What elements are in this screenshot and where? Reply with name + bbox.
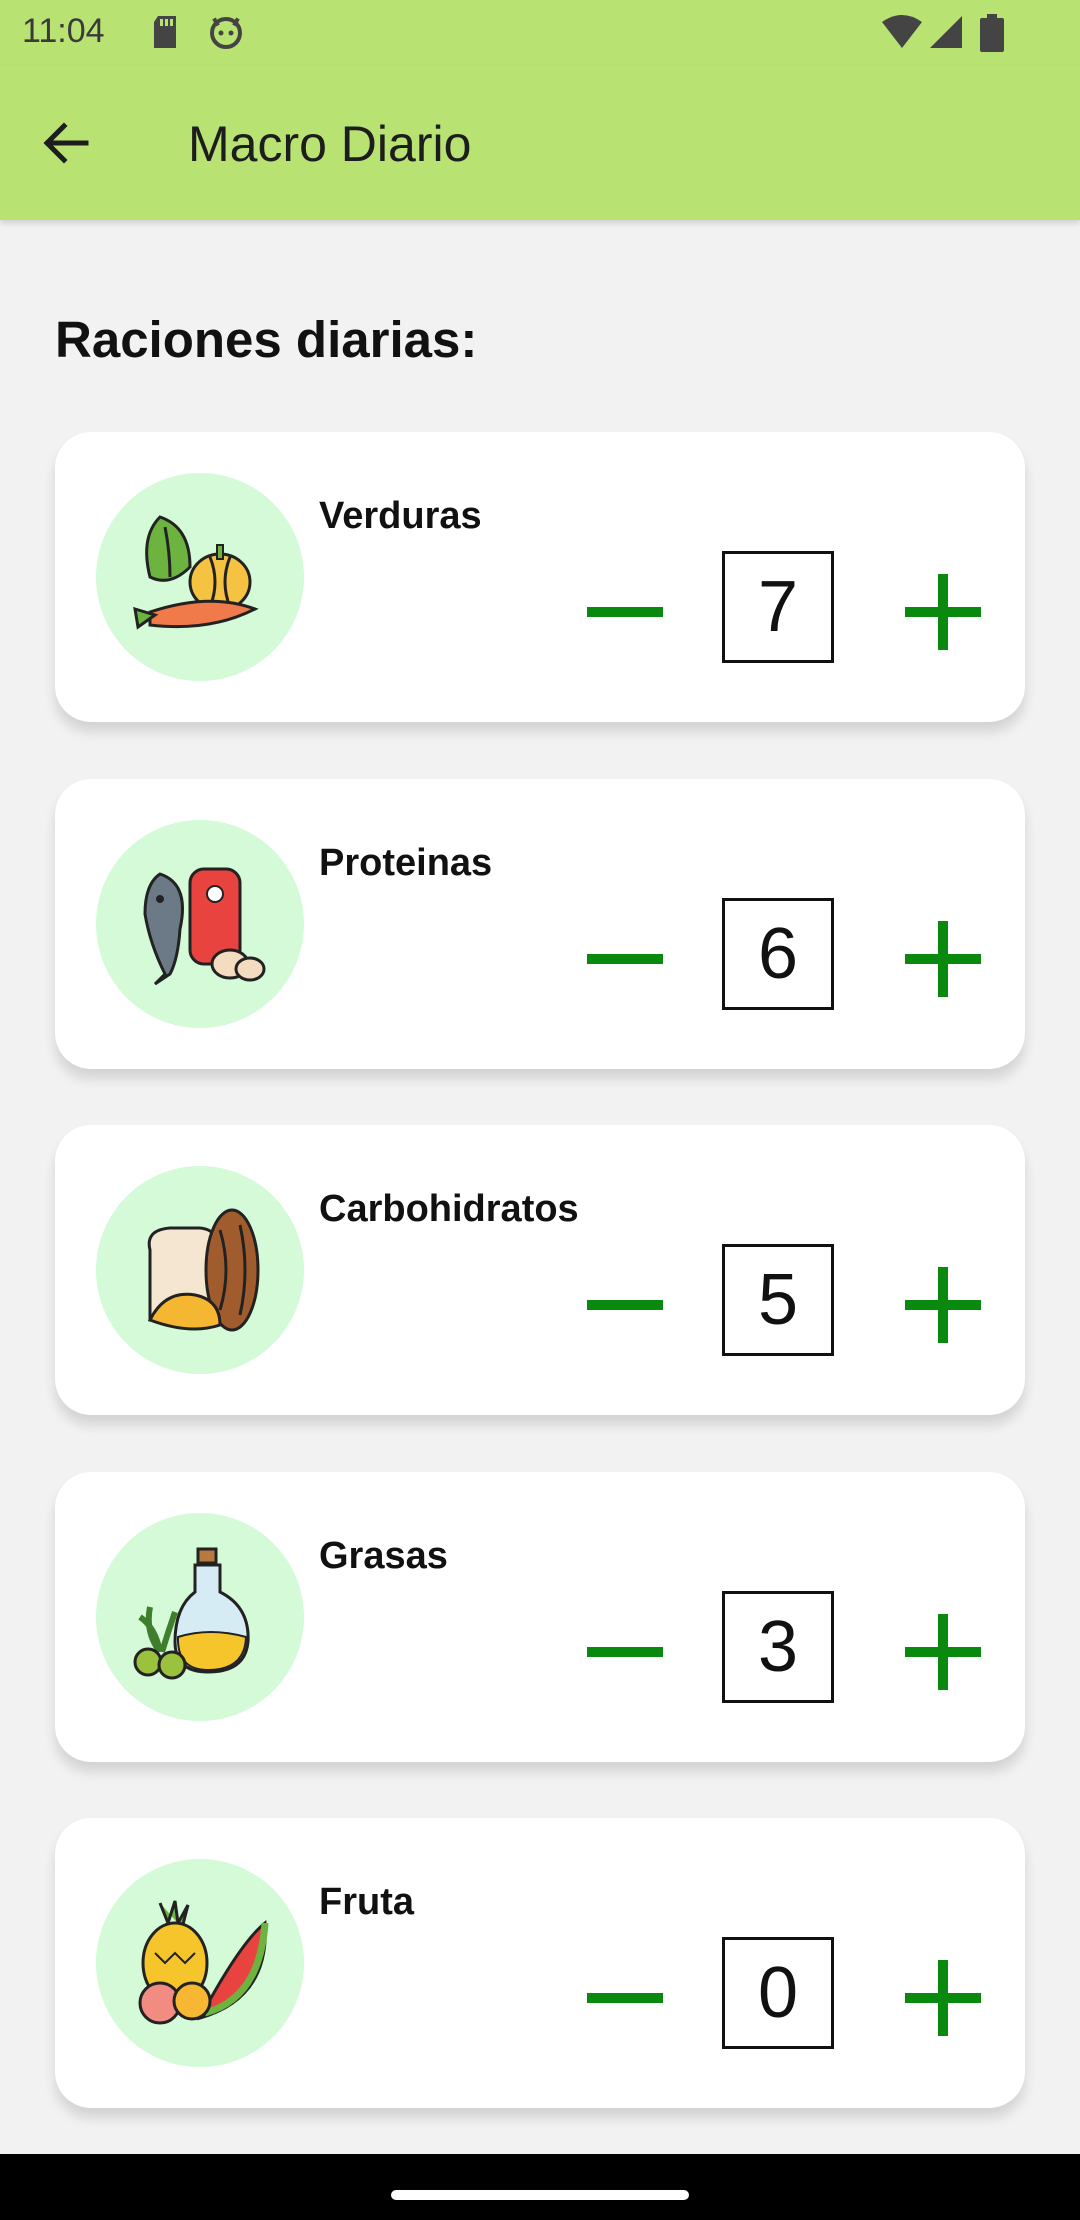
app-bar: Macro Diario xyxy=(0,66,1080,220)
vegetables-icon xyxy=(96,473,304,681)
status-bar: 11:04 xyxy=(0,0,1080,66)
increase-carbohidratos-button[interactable] xyxy=(893,1255,993,1355)
decrease-grasas-button[interactable] xyxy=(575,1602,675,1702)
wifi-icon xyxy=(880,14,924,55)
decrease-fruta-button[interactable] xyxy=(575,1948,675,2048)
arrow-left-icon xyxy=(43,122,89,164)
count-fruta: 0 xyxy=(722,1937,834,2049)
count-carbohidratos: 5 xyxy=(722,1244,834,1356)
card-proteinas: Proteinas 6 xyxy=(55,779,1025,1069)
decrease-verduras-button[interactable] xyxy=(575,562,675,662)
decrease-proteinas-button[interactable] xyxy=(575,909,675,1009)
status-time: 11:04 xyxy=(22,12,105,50)
home-indicator[interactable] xyxy=(391,2190,689,2200)
card-carbohidratos: Carbohidratos 5 xyxy=(55,1125,1025,1415)
fats-icon xyxy=(96,1513,304,1721)
navigation-bar xyxy=(0,2154,1080,2220)
card-fruta: Fruta 0 xyxy=(55,1818,1025,2108)
increase-verduras-button[interactable] xyxy=(893,562,993,662)
android-icon xyxy=(208,14,244,55)
section-title: Raciones diarias: xyxy=(55,311,478,368)
increase-proteinas-button[interactable] xyxy=(893,909,993,1009)
card-label: Proteinas xyxy=(319,842,493,884)
increase-grasas-button[interactable] xyxy=(893,1602,993,1702)
signal-icon xyxy=(928,14,964,55)
card-label: Verduras xyxy=(319,495,482,537)
back-button[interactable] xyxy=(30,108,100,178)
card-grasas: Grasas 3 xyxy=(55,1472,1025,1762)
decrease-carbohidratos-button[interactable] xyxy=(575,1255,675,1355)
card-verduras: Verduras 7 xyxy=(55,432,1025,722)
increase-fruta-button[interactable] xyxy=(893,1948,993,2048)
count-grasas: 3 xyxy=(722,1591,834,1703)
app-title: Macro Diario xyxy=(188,116,472,172)
sd-card-icon xyxy=(150,14,180,55)
battery-icon xyxy=(980,14,1004,57)
card-label: Grasas xyxy=(319,1535,448,1577)
count-verduras: 7 xyxy=(722,551,834,663)
card-label: Fruta xyxy=(319,1881,414,1923)
fruit-icon xyxy=(96,1859,304,2067)
proteins-icon xyxy=(96,820,304,1028)
carbs-icon xyxy=(96,1166,304,1374)
count-proteinas: 6 xyxy=(722,898,834,1010)
card-label: Carbohidratos xyxy=(319,1188,579,1230)
